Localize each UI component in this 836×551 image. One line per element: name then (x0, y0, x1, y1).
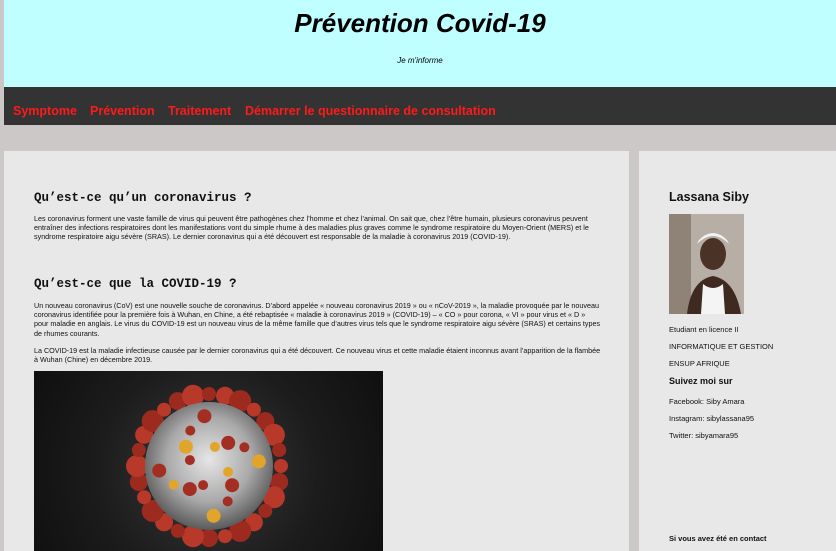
contact-note: Si vous avez été en contact (669, 534, 767, 543)
section-heading-coronavirus: Qu’est-ce qu’un coronavirus ? (34, 191, 252, 205)
info-line: ENSUP AFRIQUE (669, 359, 730, 368)
nav-link-prevention[interactable]: Prévention (90, 104, 155, 118)
profile-photo-icon (669, 214, 744, 314)
avatar (669, 214, 744, 314)
section-paragraph: Les coronavirus forment une vaste famill… (34, 214, 589, 242)
section-paragraph: Un nouveau coronavirus (CoV) est une nou… (34, 301, 601, 338)
info-line: INFORMATIQUE ET GESTION (669, 342, 774, 351)
main-nav: Symptome Prévention Traitement Démarrer … (4, 87, 836, 125)
follow-heading: Suivez moi sur (669, 376, 733, 386)
nav-link-traitement[interactable]: Traitement (168, 104, 231, 118)
author-name: Lassana Siby (669, 190, 749, 204)
info-line: Etudiant en licence II (669, 325, 739, 334)
section-paragraph: La COVID-19 est la maladie infectieuse c… (34, 346, 601, 365)
site-title: Prévention Covid-19 (294, 8, 546, 38)
social-twitter: Twitter: sibyamara95 (669, 431, 739, 440)
nav-link-questionnaire[interactable]: Démarrer le questionnaire de consultatio… (245, 104, 496, 118)
section-heading-covid19: Qu’est-ce que la COVID-19 ? (34, 277, 237, 291)
social-facebook: Facebook: Siby Amara (669, 397, 745, 406)
coronavirus-illustration (34, 371, 383, 551)
author-sidebar: Lassana Siby Etudiant en licence II INFO… (639, 151, 836, 551)
main-article: Qu’est-ce qu’un coronavirus ? Les corona… (4, 151, 629, 551)
coronavirus-icon (126, 384, 289, 548)
site-tagline: Je m'informe (397, 56, 443, 65)
nav-link-symptome[interactable]: Symptome (13, 104, 77, 118)
social-instagram: Instagram: sibylassana95 (669, 414, 755, 423)
site-header: Prévention Covid-19 Je m'informe (4, 0, 836, 87)
